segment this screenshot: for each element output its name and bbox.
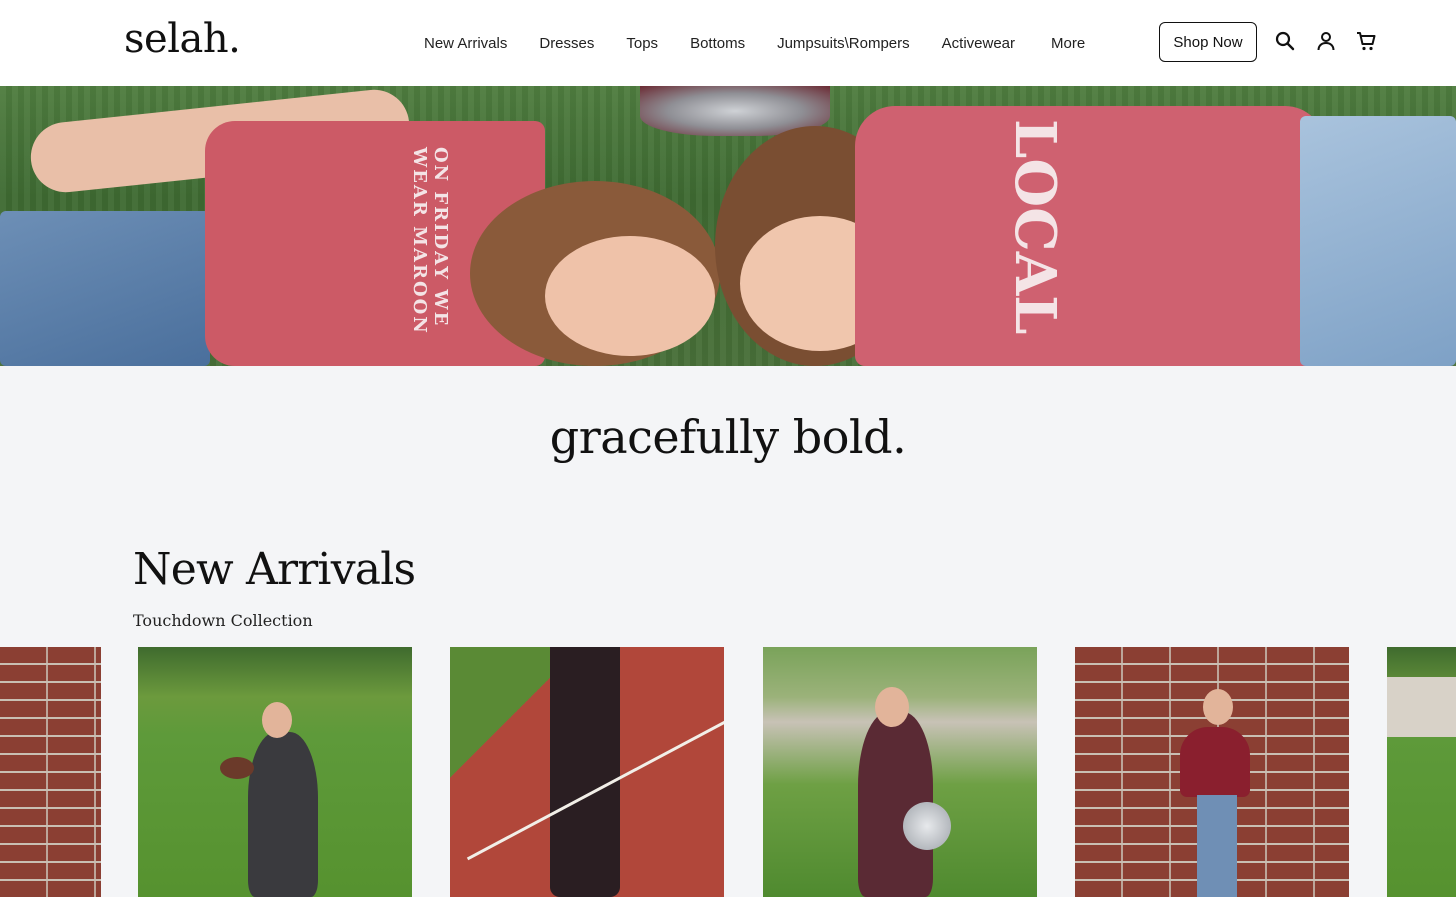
brand-tagline: gracefully bold. bbox=[549, 410, 907, 464]
nav-item-dresses[interactable]: Dresses bbox=[539, 35, 594, 52]
nav-item-jumpsuits-rompers[interactable]: Jumpsuits\Rompers bbox=[777, 35, 910, 52]
brand-logo[interactable]: selah. bbox=[124, 16, 241, 62]
section-subtitle[interactable]: Touchdown Collection bbox=[133, 611, 313, 630]
product-card[interactable] bbox=[1387, 647, 1456, 897]
product-card[interactable] bbox=[1075, 647, 1349, 897]
left-girl-face bbox=[545, 236, 715, 356]
model-head bbox=[1203, 689, 1233, 725]
cart-icon[interactable] bbox=[1355, 30, 1377, 52]
product-card[interactable] bbox=[763, 647, 1037, 897]
model-figure bbox=[550, 647, 620, 897]
hero-banner-image[interactable]: ON FRIDAY WE WEAR MAROON LOCAL bbox=[0, 86, 1456, 366]
product-image bbox=[0, 647, 101, 897]
product-card[interactable] bbox=[138, 647, 412, 897]
left-girl-shorts bbox=[0, 211, 210, 366]
model-jeans bbox=[1197, 795, 1237, 897]
section-title: New Arrivals bbox=[133, 544, 416, 595]
product-card[interactable] bbox=[0, 647, 101, 897]
nav-item-more[interactable]: More bbox=[1051, 35, 1085, 52]
left-shirt-text: ON FRIDAY WE WEAR MAROON bbox=[409, 147, 451, 335]
right-girl-shorts bbox=[1300, 116, 1456, 366]
account-icon[interactable] bbox=[1315, 30, 1337, 52]
product-card[interactable] bbox=[450, 647, 724, 897]
building-image bbox=[1387, 677, 1456, 737]
football-image bbox=[220, 757, 254, 779]
right-shirt-text: LOCAL bbox=[1002, 119, 1068, 335]
shop-now-button[interactable]: Shop Now bbox=[1159, 22, 1257, 62]
pom-pom-image bbox=[903, 802, 951, 850]
nav-item-bottoms[interactable]: Bottoms bbox=[690, 35, 745, 52]
model-head bbox=[875, 687, 909, 727]
model-figure bbox=[248, 732, 318, 897]
nav-item-activewear[interactable]: Activewear bbox=[942, 35, 1015, 52]
model-figure bbox=[1180, 727, 1250, 797]
nav-item-new-arrivals[interactable]: New Arrivals bbox=[424, 35, 507, 52]
site-header: selah. New Arrivals Dresses Tops Bottoms… bbox=[0, 0, 1456, 86]
main-nav: New Arrivals Dresses Tops Bottoms Jumpsu… bbox=[424, 0, 1085, 86]
nav-item-tops[interactable]: Tops bbox=[626, 35, 658, 52]
search-icon[interactable] bbox=[1274, 30, 1296, 52]
right-girl-sweatshirt bbox=[855, 106, 1325, 366]
model-head bbox=[262, 702, 292, 738]
